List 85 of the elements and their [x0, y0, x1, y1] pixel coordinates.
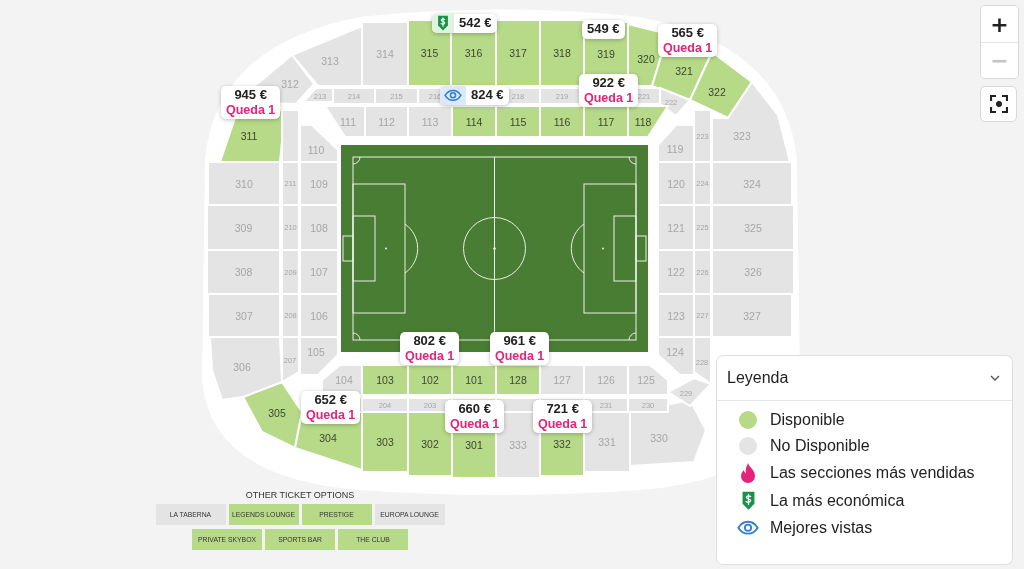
- price-label: 922 €: [592, 76, 625, 91]
- section-number: 116: [553, 115, 571, 128]
- section-number: 304: [319, 432, 337, 444]
- section-number: 111: [340, 116, 356, 128]
- section-number: 126: [597, 374, 615, 386]
- legend-label: Disponible: [770, 411, 845, 429]
- section-number: 108: [310, 221, 328, 234]
- price-label: 660 €: [458, 402, 491, 417]
- section-number: 119: [666, 143, 684, 155]
- section-number: 117: [597, 115, 615, 128]
- section-number: 112: [378, 115, 395, 128]
- legend-label: La más económica: [770, 491, 905, 510]
- price-label: 802 €: [413, 334, 446, 349]
- section-number: 314: [376, 48, 394, 60]
- section-number: 306: [233, 361, 251, 373]
- section-number: 107: [310, 266, 328, 278]
- section-number: 114: [465, 115, 483, 128]
- section-number: 315: [420, 47, 439, 59]
- availability-note: Queda 1: [663, 40, 713, 55]
- availability-note: Queda 1: [584, 90, 634, 105]
- price-label: 961 €: [503, 334, 536, 349]
- section-number: 324: [743, 177, 761, 190]
- section-number: 104: [335, 374, 353, 386]
- section-number: 316: [464, 47, 483, 59]
- section-number: 127: [553, 374, 571, 386]
- price-label: 721 €: [546, 402, 579, 417]
- section-number: 122: [667, 266, 685, 278]
- price-label: 945 €: [234, 88, 267, 103]
- section-number: 309: [234, 221, 253, 234]
- availability-note: Queda 1: [226, 102, 276, 117]
- section-number: 118: [634, 116, 652, 128]
- section-number: 302: [421, 438, 439, 450]
- section-number: 101: [465, 374, 483, 386]
- section-number: 332: [553, 438, 571, 450]
- section-number: 305: [268, 407, 286, 419]
- section-number: 121: [667, 221, 685, 234]
- section-number: 307: [235, 309, 253, 322]
- section-number: 120: [667, 177, 685, 190]
- section-number: 109: [310, 177, 328, 190]
- section-number: 311: [240, 130, 258, 142]
- availability-note: Queda 1: [450, 416, 500, 431]
- section-number: 331: [598, 436, 616, 448]
- legend-label: Las secciones más vendidas: [770, 464, 975, 482]
- availability-note: Queda 1: [495, 348, 545, 363]
- price-label: 542 €: [459, 16, 492, 31]
- section-number: 301: [465, 439, 483, 451]
- section-number: 113: [421, 115, 439, 128]
- section-number: 115: [509, 115, 527, 128]
- section-number: 110: [307, 144, 325, 156]
- section-number: 103: [376, 374, 394, 386]
- section-number: 308: [234, 266, 253, 278]
- section-number: 125: [637, 374, 655, 386]
- section-number: 323: [733, 130, 751, 142]
- legend-label: Mejores vistas: [770, 518, 873, 537]
- section-number: 320: [637, 53, 655, 65]
- availability-note: Queda 1: [306, 407, 356, 422]
- section-number: 102: [421, 374, 439, 386]
- legend-label: No Disponible: [770, 437, 870, 455]
- section-number: 333: [509, 439, 527, 451]
- section-number: 105: [307, 346, 325, 358]
- section-number: 313: [321, 55, 339, 67]
- section-number: 318: [553, 47, 571, 59]
- section-number: 128: [509, 374, 527, 386]
- section-number: 124: [666, 346, 684, 358]
- section-number: 310: [235, 177, 253, 190]
- price-label: 652 €: [314, 393, 347, 408]
- section-title: OTHER TICKET OPTIONS: [245, 490, 355, 500]
- section-number: 317: [509, 47, 527, 59]
- availability-note: Queda 1: [405, 348, 455, 363]
- availability-note: Queda 1: [538, 416, 588, 431]
- section-number: 312: [281, 78, 299, 90]
- section-number: 330: [650, 432, 668, 444]
- price-label: 565 €: [671, 26, 704, 41]
- price-label: 824 €: [471, 88, 504, 103]
- section-number: 303: [376, 436, 394, 448]
- section-number: 319: [597, 48, 615, 60]
- section-number: 106: [310, 309, 328, 322]
- section-number: 327: [743, 309, 761, 322]
- section-number: 325: [744, 221, 762, 234]
- legend-title: Leyenda: [727, 369, 789, 387]
- section-number: 123: [667, 309, 685, 322]
- section-number: 321: [675, 65, 693, 77]
- price-label: 549 €: [587, 22, 620, 37]
- section-number: 326: [744, 266, 762, 278]
- section-number: 322: [708, 86, 726, 98]
